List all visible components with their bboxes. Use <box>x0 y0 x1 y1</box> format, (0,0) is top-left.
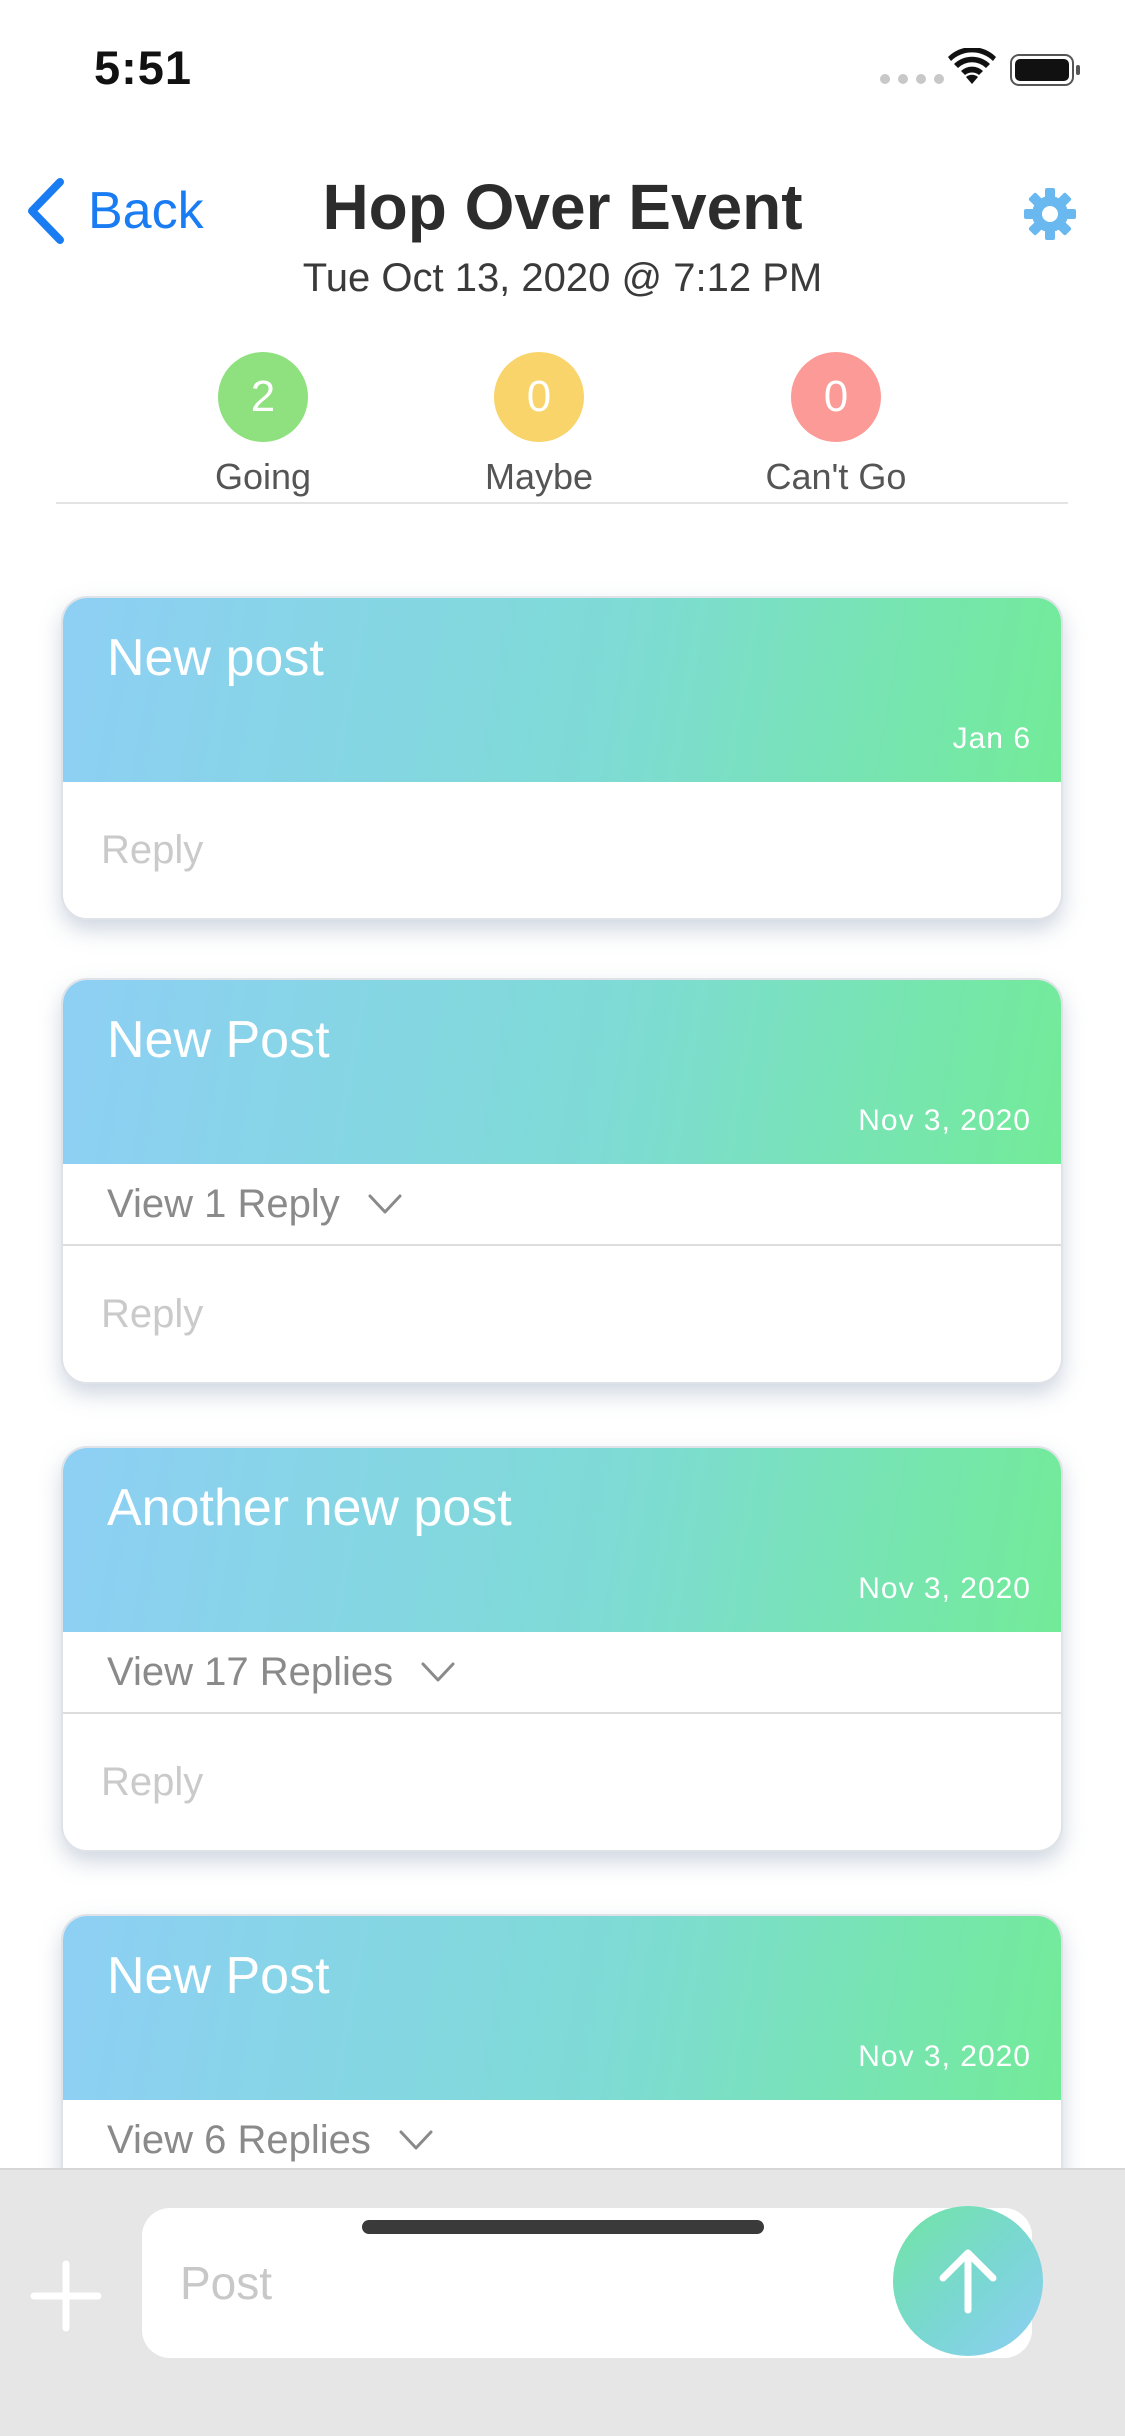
rsvp-maybe[interactable]: 0 Maybe <box>439 352 639 498</box>
post-card: New post Jan 6 <box>61 596 1063 920</box>
view-replies-button[interactable]: View 1 Reply <box>63 1164 1061 1246</box>
status-time: 5:51 <box>94 41 193 94</box>
chevron-down-icon <box>399 2130 433 2150</box>
rsvp-summary: 2 Going 0 Maybe 0 Can't Go <box>56 352 1068 504</box>
rsvp-label: Can't Go <box>765 456 907 497</box>
post-header[interactable]: New post Jan 6 <box>63 598 1061 782</box>
rsvp-going[interactable]: 2 Going <box>163 352 363 498</box>
page-title: Hop Over Event <box>322 171 803 243</box>
post-header[interactable]: New Post Nov 3, 2020 <box>63 1916 1061 2100</box>
reply-field[interactable] <box>63 782 1061 918</box>
post-title: Another new post <box>107 1479 512 1537</box>
post-title: New Post <box>107 1011 330 1069</box>
rsvp-label: Maybe <box>484 456 594 497</box>
event-datetime: Tue Oct 13, 2020 @ 7:12 PM <box>302 256 823 300</box>
gear-icon[interactable] <box>1022 186 1078 242</box>
view-replies-label: View 6 Replies <box>107 2117 371 2162</box>
nav-bar: Back Hop Over Event Tue Oct 13, 2020 @ 7… <box>0 150 1125 320</box>
chevron-down-icon <box>421 1662 455 1682</box>
post-header[interactable]: Another new post Nov 3, 2020 <box>63 1448 1061 1632</box>
reply-input[interactable] <box>101 1759 1001 1805</box>
home-indicator <box>362 2220 764 2234</box>
post-date: Jan 6 <box>952 722 1031 755</box>
post-date: Nov 3, 2020 <box>858 2040 1031 2073</box>
post-date: Nov 3, 2020 <box>858 1104 1031 1137</box>
post-card: New Post Nov 3, 2020 View 6 Replies <box>61 1914 1063 2168</box>
chevron-down-icon <box>368 1194 402 1214</box>
post-header[interactable]: New Post Nov 3, 2020 <box>63 980 1061 1164</box>
signal-icon <box>880 74 944 84</box>
post-card: Another new post Nov 3, 2020 View 17 Rep… <box>61 1446 1063 1852</box>
rsvp-count-badge: 2 <box>218 352 308 442</box>
plus-icon[interactable] <box>30 2260 102 2332</box>
post-date: Nov 3, 2020 <box>858 1572 1031 1605</box>
view-replies-label: View 17 Replies <box>107 1649 394 1694</box>
post-feed[interactable]: New post Jan 6 New Post Nov 3, 2020 View… <box>0 504 1125 2168</box>
rsvp-cant-go[interactable]: 0 Can't Go <box>736 352 936 498</box>
reply-input[interactable] <box>101 1291 1001 1337</box>
view-replies-label: View 1 Reply <box>107 1181 340 1226</box>
rsvp-count-badge: 0 <box>791 352 881 442</box>
view-replies-button[interactable]: View 6 Replies <box>63 2100 1061 2168</box>
status-bar: 5:51 <box>0 0 1125 140</box>
reply-field[interactable] <box>63 1714 1061 1850</box>
view-replies-button[interactable]: View 17 Replies <box>63 1632 1061 1714</box>
battery-icon <box>1010 54 1080 86</box>
rsvp-label: Going <box>214 456 312 497</box>
post-title: New post <box>107 629 324 687</box>
reply-field[interactable] <box>63 1246 1061 1382</box>
wifi-icon <box>948 48 996 84</box>
post-composer <box>0 2168 1125 2436</box>
post-card: New Post Nov 3, 2020 View 1 Reply <box>61 978 1063 1384</box>
rsvp-count-badge: 0 <box>494 352 584 442</box>
post-title: New Post <box>107 1947 330 2005</box>
send-button[interactable] <box>893 2206 1043 2356</box>
reply-input[interactable] <box>101 827 1001 873</box>
arrow-up-icon <box>939 2249 997 2314</box>
